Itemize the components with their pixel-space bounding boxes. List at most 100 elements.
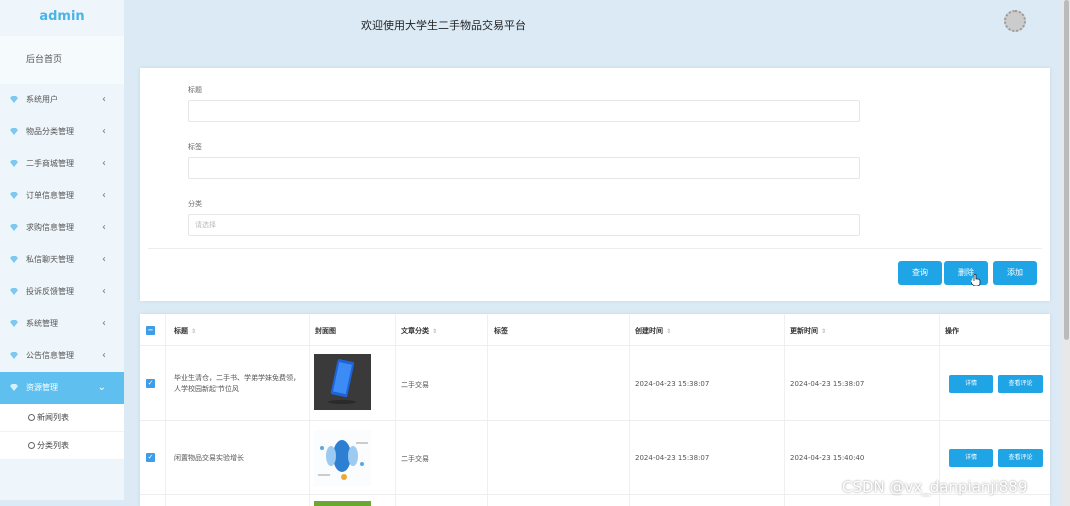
sidebar-item-label: 私信聊天管理: [26, 255, 74, 264]
chevron-left-icon: ‹: [102, 190, 106, 201]
header-ops: 操作: [945, 327, 959, 335]
diamond-icon: [10, 352, 18, 359]
header-category[interactable]: 文章分类 ⇕: [401, 326, 437, 336]
header-tags: 标签: [494, 327, 508, 335]
chevron-left-icon: ‹: [102, 350, 106, 361]
sidebar-subitem-categories[interactable]: 分类列表: [0, 432, 124, 460]
sidebar-subitem-label: 分类列表: [37, 441, 69, 450]
title-label: 标题: [188, 86, 202, 94]
row-checkbox[interactable]: ✓: [146, 379, 155, 388]
diamond-icon: [10, 320, 18, 327]
row-created: 2024-04-23 15:38:07: [635, 454, 710, 462]
sidebar-subitem-news[interactable]: 新闻列表: [0, 404, 124, 432]
sort-icon: ⇕: [432, 328, 438, 335]
row-updated: 2024-04-23 15:38:07: [790, 380, 865, 388]
select-all-checkbox[interactable]: −: [146, 326, 155, 335]
row-title: 闲置物品交易实验增长: [174, 454, 244, 462]
add-button[interactable]: 添加: [993, 261, 1037, 285]
sidebar-item-label: 订单信息管理: [26, 191, 74, 200]
category-select[interactable]: 请选择: [188, 214, 860, 236]
top-header: 欢迎使用大学生二手物品交易平台: [124, 0, 1070, 56]
sidebar-item-orders[interactable]: 订单信息管理 ‹: [0, 180, 124, 212]
header-cover: 封面图: [315, 327, 336, 335]
row-category: 二手交易: [401, 455, 429, 463]
scrollbar-thumb[interactable]: [1064, 0, 1069, 340]
header-label: 文章分类: [401, 327, 429, 335]
sidebar-item-label: 系统用户: [26, 95, 58, 104]
sidebar: admin 后台首页 系统用户 ‹ 物品分类管理 ‹ 二手商城管理 ‹ 订单信息…: [0, 0, 124, 500]
diamond-icon: [10, 96, 18, 103]
sort-icon: ⇕: [821, 328, 827, 335]
sidebar-item-label: 资源管理: [26, 383, 58, 392]
sidebar-item-system[interactable]: 系统管理 ‹: [0, 308, 124, 340]
sidebar-item-mall[interactable]: 二手商城管理 ‹: [0, 148, 124, 180]
header-created[interactable]: 创建时间 ⇕: [635, 326, 671, 336]
search-button[interactable]: 查询: [898, 261, 942, 285]
sort-icon: ⇕: [191, 328, 197, 335]
sidebar-subitem-label: 新闻列表: [37, 413, 69, 422]
tag-label: 标签: [188, 143, 202, 151]
chevron-left-icon: ‹: [102, 318, 106, 329]
row-category: 二手交易: [401, 381, 429, 389]
loading-spinner-icon: [1004, 10, 1026, 32]
header-updated[interactable]: 更新时间 ⇕: [790, 326, 826, 336]
tag-input[interactable]: [188, 157, 860, 179]
sidebar-item-label: 物品分类管理: [26, 127, 74, 136]
table-row: ✓ 毕业生清仓，二手书、学弟学妹免费领，人学校园新起'节位风 二手交易 2024…: [140, 347, 1050, 421]
detail-button[interactable]: 详情: [949, 449, 993, 467]
header-label: 更新时间: [790, 327, 818, 335]
row-title: 毕业生清仓，二手书、学弟学妹免费领，人学校园新起'节位风: [174, 374, 300, 393]
diamond-icon: [10, 384, 18, 391]
view-comments-button[interactable]: 查看评论: [998, 375, 1043, 393]
detail-button[interactable]: 详情: [949, 375, 993, 393]
diamond-icon: [10, 256, 18, 263]
cover-image-partial: [314, 501, 371, 506]
header-label: 创建时间: [635, 327, 663, 335]
diamond-icon: [10, 224, 18, 231]
table-header: − 标题 ⇕ 封面图 文章分类 ⇕ 标签 创建时间 ⇕ 更新时间 ⇕ 操作: [140, 314, 1050, 346]
delete-button[interactable]: 删除: [944, 261, 988, 286]
chevron-left-icon: ‹: [102, 126, 106, 137]
app-logo: admin: [39, 9, 85, 24]
form-divider: [148, 248, 1042, 249]
sidebar-item-label: 投诉反馈管理: [26, 287, 74, 296]
sidebar-item-wanted[interactable]: 求购信息管理 ‹: [0, 212, 124, 244]
sidebar-item-messages[interactable]: 私信聊天管理 ‹: [0, 244, 124, 276]
watermark: CSDN @vx_danpianji889: [842, 478, 1028, 496]
diamond-icon: [10, 288, 18, 295]
cover-image-infographic: [314, 430, 371, 486]
row-created: 2024-04-23 15:38:07: [635, 380, 710, 388]
sidebar-item-label: 二手商城管理: [26, 159, 74, 168]
header-title[interactable]: 标题 ⇕: [174, 326, 196, 336]
diamond-icon: [10, 160, 18, 167]
page-title: 欢迎使用大学生二手物品交易平台: [361, 19, 526, 32]
sidebar-item-complaints[interactable]: 投诉反馈管理 ‹: [0, 276, 124, 308]
diamond-icon: [10, 192, 18, 199]
sidebar-item-resources[interactable]: 资源管理 ⌄: [0, 372, 124, 404]
clock-icon: [28, 414, 35, 421]
row-checkbox[interactable]: ✓: [146, 453, 155, 462]
sidebar-item-home[interactable]: 后台首页: [0, 36, 124, 84]
chevron-left-icon: ‹: [102, 94, 106, 105]
cover-image-phone: [314, 354, 371, 410]
sort-icon: ⇕: [666, 328, 672, 335]
view-comments-button[interactable]: 查看评论: [998, 449, 1043, 467]
chevron-left-icon: ‹: [102, 222, 106, 233]
sidebar-item-label: 公告信息管理: [26, 351, 74, 360]
chevron-left-icon: ‹: [102, 158, 106, 169]
row-updated: 2024-04-23 15:40:40: [790, 454, 865, 462]
clock-icon: [28, 442, 35, 449]
diamond-icon: [10, 128, 18, 135]
header-label: 标题: [174, 327, 188, 335]
sidebar-item-system-users[interactable]: 系统用户 ‹: [0, 84, 124, 116]
chevron-down-icon: ⌄: [97, 382, 106, 393]
search-form: 标题 标签 分类 请选择 查询 删除 添加: [140, 68, 1050, 301]
table-row: [140, 495, 1050, 506]
chevron-left-icon: ‹: [102, 286, 106, 297]
cursor-hand-icon: [971, 274, 981, 286]
title-input[interactable]: [188, 100, 860, 122]
sidebar-item-label: 求购信息管理: [26, 223, 74, 232]
sidebar-item-label: 系统管理: [26, 319, 58, 328]
sidebar-item-notices[interactable]: 公告信息管理 ‹: [0, 340, 124, 372]
sidebar-item-category[interactable]: 物品分类管理 ‹: [0, 116, 124, 148]
